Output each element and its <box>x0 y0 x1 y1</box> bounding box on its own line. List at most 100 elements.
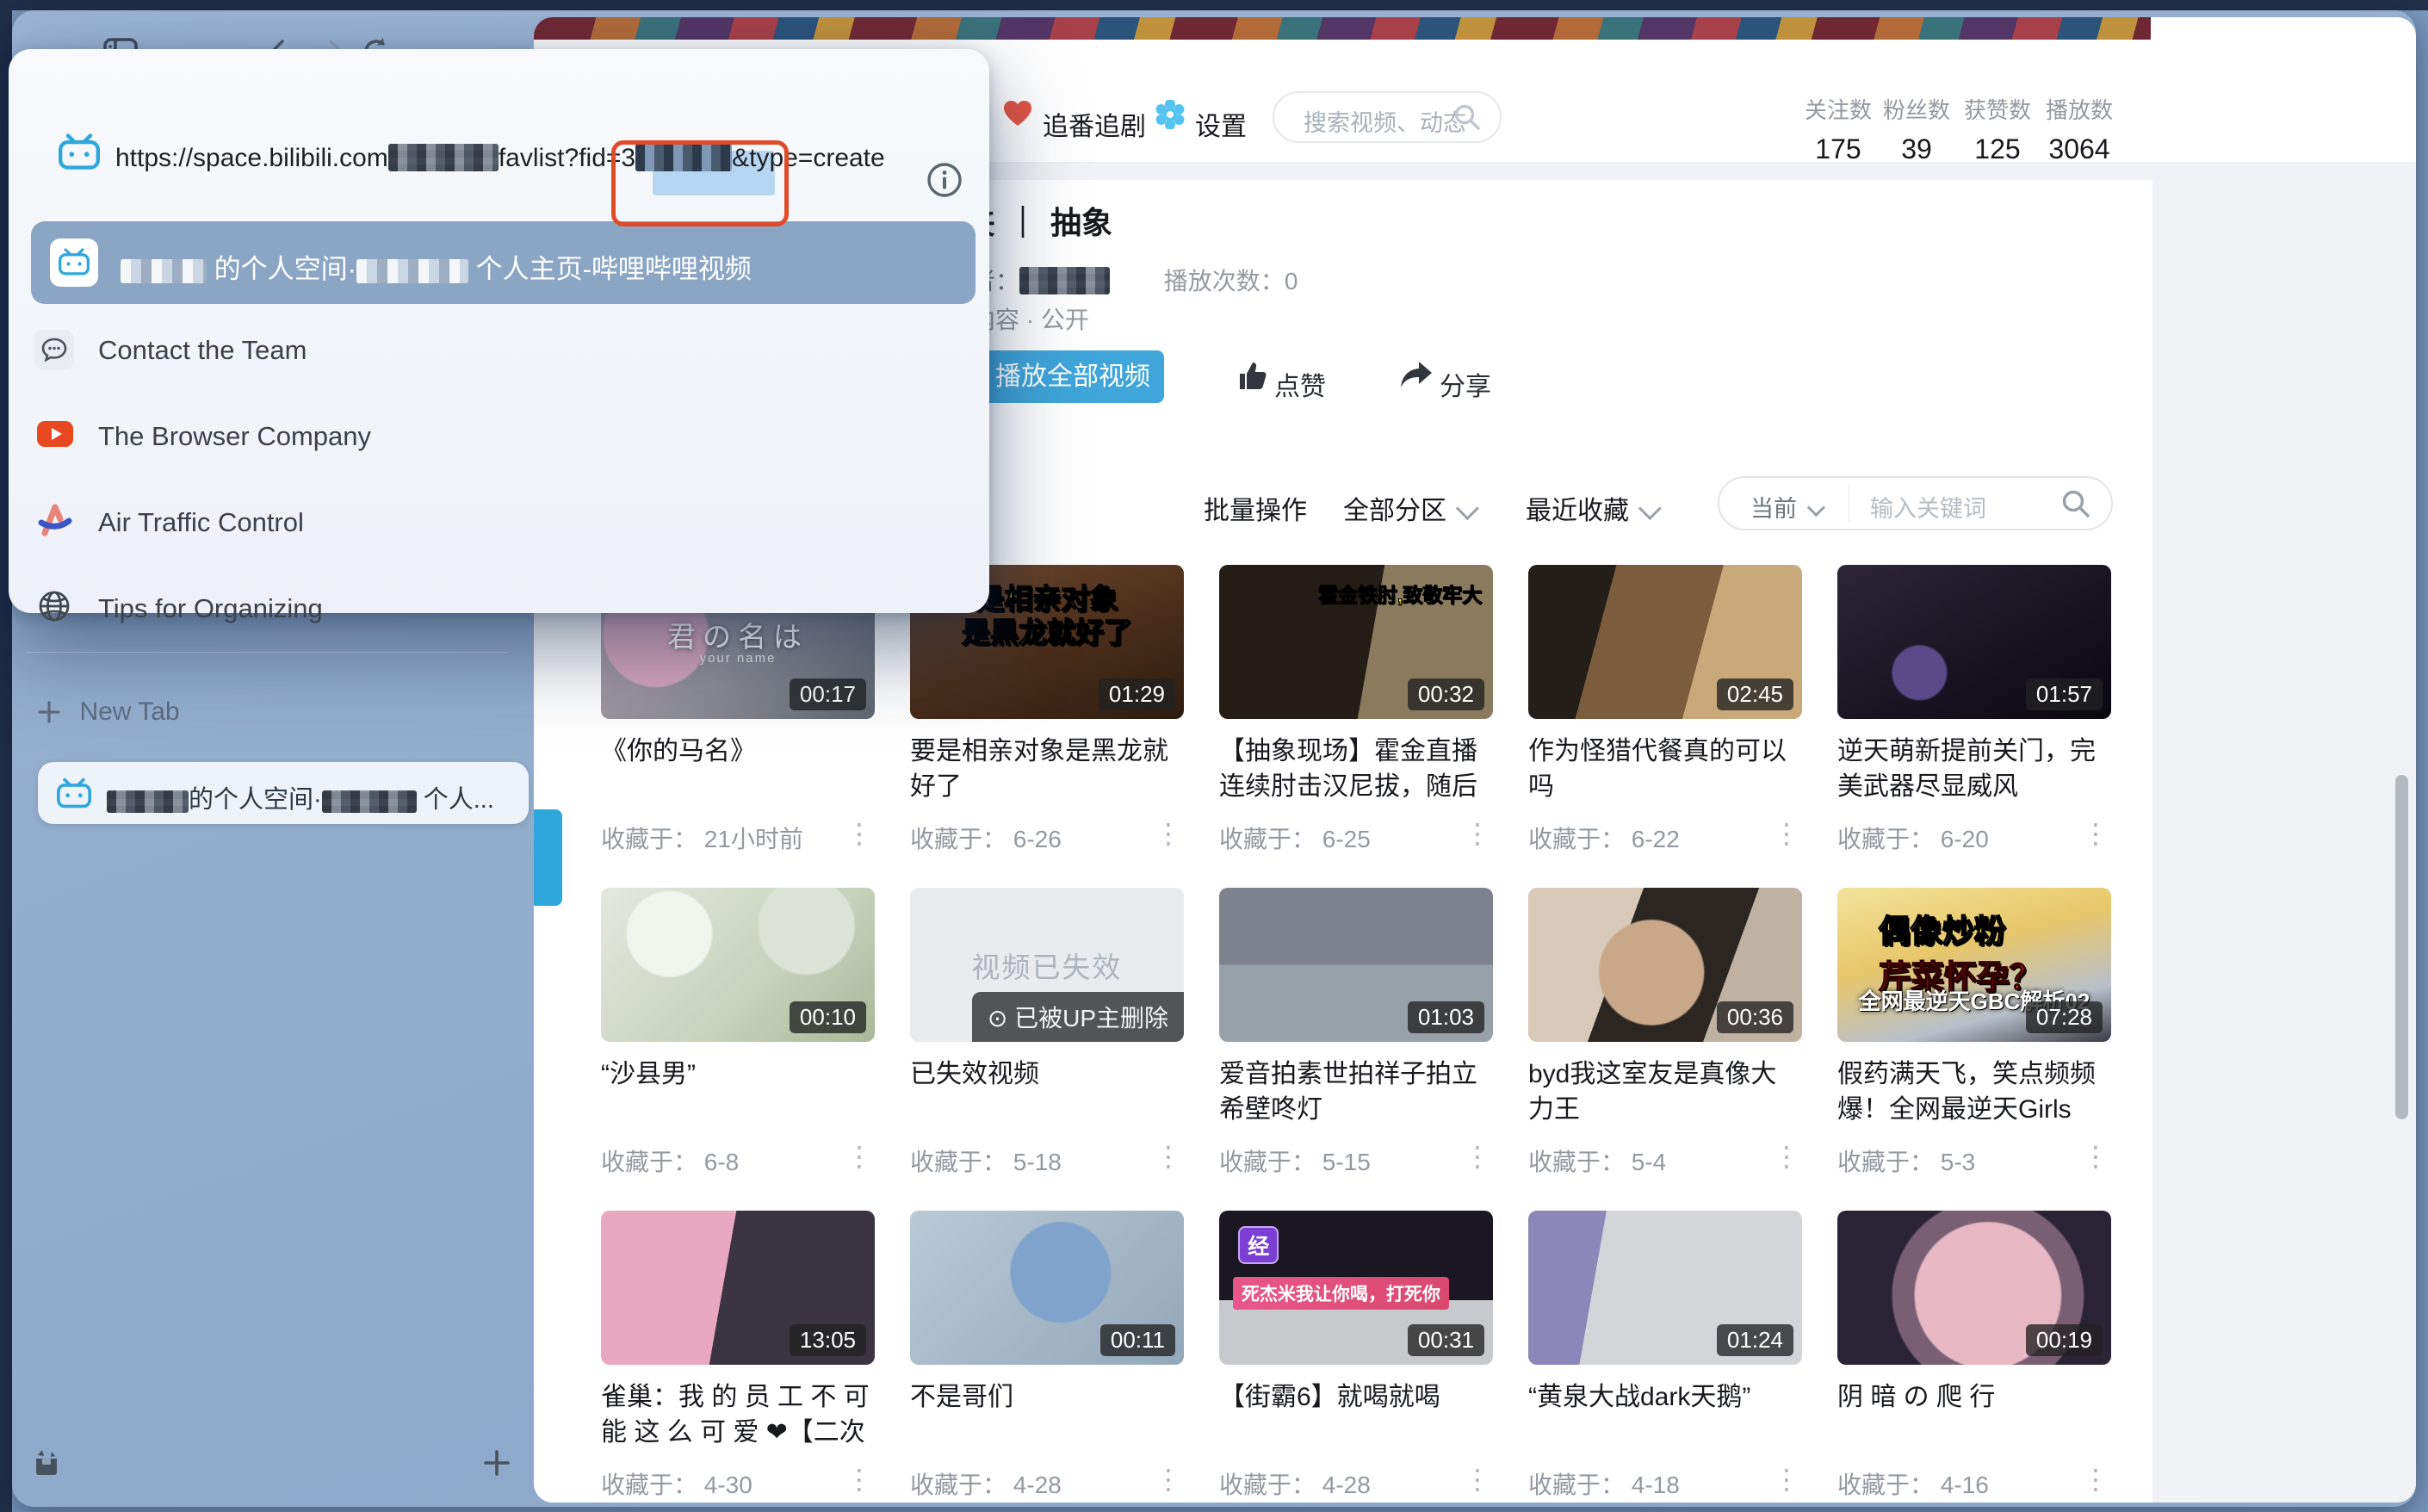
suggestion-tips-organizing[interactable]: Tips for Organizing <box>9 585 989 645</box>
video-card[interactable]: 经死杰米我让你喝，打死你00:31 【街霸6】就喝就喝 收藏于： 4-28 ⋮ <box>1219 1211 1493 1503</box>
video-menu-icon[interactable]: ⋮ <box>1155 1140 1182 1173</box>
nav-bangumi-link[interactable]: 追番追剧 <box>1043 105 1146 143</box>
video-card[interactable]: 13:05 雀巢：我 的 员 工 不 可 能 这 么 可 爱 ❤【二次元爆改 收… <box>601 1211 875 1503</box>
video-saved-date: 收藏于： 5-4 <box>1528 1143 1666 1178</box>
active-tab[interactable]: 的个人空间· 个人... <box>38 762 529 824</box>
video-title[interactable]: 已失效视频 <box>910 1057 1184 1092</box>
video-title[interactable]: 《你的马名》 <box>601 734 875 769</box>
video-card[interactable]: 01:03 爱音拍素世拍祥子拍立希壁咚灯 收藏于： 5-15 ⋮ <box>1219 888 1493 1187</box>
video-thumbnail[interactable]: 01:03 <box>1219 888 1493 1042</box>
page-scrollbar[interactable] <box>2395 775 2408 1119</box>
video-thumbnail[interactable]: 00:19 <box>1837 1211 2111 1365</box>
video-title[interactable]: 作为怪猎代餐真的可以吗 <box>1528 734 1802 804</box>
video-title[interactable]: “黄泉大战dark天鹅” <box>1528 1379 1802 1415</box>
scope-dropdown[interactable]: 当前 <box>1750 490 1820 524</box>
new-item-plus-icon[interactable] <box>484 1450 510 1476</box>
bangumi-heart-icon <box>1003 100 1032 127</box>
video-thumbnail[interactable]: 01:24 <box>1528 1211 1802 1365</box>
arc-command-bar: https://space.bilibili.comfavlist?fid=3&… <box>9 49 989 613</box>
video-menu-icon[interactable]: ⋮ <box>1773 1140 1800 1173</box>
video-menu-icon[interactable]: ⋮ <box>1155 817 1182 850</box>
stat-plays[interactable]: 播放数 3064 <box>2036 93 2122 165</box>
video-thumbnail[interactable]: 霍金铁肘,致敬牢大00:32 <box>1219 565 1493 719</box>
plus-icon <box>38 701 60 723</box>
video-thumbnail[interactable]: 偶像炒粉芹菜怀孕？全网最逆天GBC解析0207:28 <box>1837 888 2111 1042</box>
like-icon[interactable] <box>1235 360 1267 393</box>
video-duration-badge: 00:36 <box>1717 1001 1793 1033</box>
video-menu-icon[interactable]: ⋮ <box>1155 1463 1182 1496</box>
stat-following[interactable]: 关注数 175 <box>1795 93 1881 165</box>
video-card[interactable]: 00:10 “沙县男” 收藏于： 6-8 ⋮ <box>601 888 875 1187</box>
video-title[interactable]: “沙县男” <box>601 1057 875 1092</box>
like-button[interactable]: 点赞 <box>1274 365 1326 403</box>
info-icon[interactable] <box>926 162 963 198</box>
thumbnail-caption: 偶像炒粉 <box>1879 905 2006 951</box>
suggestion-current-page[interactable]: 的个人空间· 个人主页-哔哩哔哩视频 <box>31 221 976 304</box>
active-folder-sliver[interactable] <box>534 809 562 906</box>
video-menu-icon[interactable]: ⋮ <box>1464 817 1491 850</box>
archive-tray-icon[interactable] <box>31 1447 62 1478</box>
site-search-input[interactable]: 搜索视频、动态 <box>1273 91 1502 143</box>
video-saved-date: 收藏于： 21小时前 <box>601 821 803 855</box>
video-title[interactable]: 不是哥们 <box>910 1379 1184 1415</box>
video-card[interactable]: 00:36 byd我这室友是真像大力王 收藏于： 5-4 ⋮ <box>1528 888 1802 1187</box>
video-menu-icon[interactable]: ⋮ <box>1773 817 1800 850</box>
video-duration-badge: 01:29 <box>1099 679 1175 710</box>
video-menu-icon[interactable]: ⋮ <box>845 817 873 850</box>
video-title[interactable]: 逆天萌新提前关门，完美武器尽显威风 <box>1837 734 2111 804</box>
video-menu-icon[interactable]: ⋮ <box>2082 1463 2109 1496</box>
share-button[interactable]: 分享 <box>1440 365 1491 403</box>
video-saved-date: 收藏于： 4-30 <box>601 1466 753 1501</box>
video-thumbnail[interactable]: 01:57 <box>1837 565 2111 719</box>
video-card[interactable]: 00:11 不是哥们 收藏于： 4-28 ⋮ <box>910 1211 1184 1503</box>
suggestion-air-traffic-control[interactable]: Air Traffic Control <box>9 499 989 559</box>
video-thumbnail[interactable]: 视频已失效⊙ 已被UP主删除 <box>910 888 1184 1042</box>
batch-actions-button[interactable]: 批量操作 <box>1204 489 1307 527</box>
video-menu-icon[interactable]: ⋮ <box>2082 817 2109 850</box>
video-saved-date: 收藏于： 5-3 <box>1837 1143 1975 1178</box>
video-title[interactable]: 雀巢：我 的 员 工 不 可 能 这 么 可 爱 ❤【二次元爆改 <box>601 1379 875 1450</box>
video-card[interactable]: 02:45 作为怪猎代餐真的可以吗 收藏于： 6-22 ⋮ <box>1528 565 1802 864</box>
video-menu-icon[interactable]: ⋮ <box>2082 1140 2109 1173</box>
video-card[interactable]: 01:24 “黄泉大战dark天鹅” 收藏于： 4-18 ⋮ <box>1528 1211 1802 1503</box>
video-thumbnail[interactable]: 经死杰米我让你喝，打死你00:31 <box>1219 1211 1493 1365</box>
search-icon[interactable] <box>1453 103 1481 131</box>
video-thumbnail[interactable]: 00:36 <box>1528 888 1802 1042</box>
keyword-search[interactable]: 当前 输入关键词 <box>1718 476 2113 530</box>
suggestion-contact-team[interactable]: Contact the Team <box>9 326 989 387</box>
video-thumbnail[interactable]: 00:11 <box>910 1211 1184 1365</box>
video-title[interactable]: 【街霸6】就喝就喝 <box>1219 1379 1493 1415</box>
video-menu-icon[interactable]: ⋮ <box>845 1463 873 1496</box>
sort-dropdown[interactable]: 最近收藏 <box>1526 489 1656 527</box>
play-all-button[interactable]: 播放全部视频 <box>982 350 1164 403</box>
video-menu-icon[interactable]: ⋮ <box>1464 1463 1491 1496</box>
video-menu-icon[interactable]: ⋮ <box>1464 1140 1491 1173</box>
video-thumbnail[interactable]: 02:45 <box>1528 565 1802 719</box>
active-tab-title: 的个人空间· 个人... <box>107 779 494 815</box>
video-card[interactable]: 偶像炒粉芹菜怀孕？全网最逆天GBC解析0207:28 假药满天飞，笑点频频爆！全… <box>1837 888 2111 1187</box>
video-thumbnail[interactable]: 00:10 <box>601 888 875 1042</box>
category-dropdown[interactable]: 全部分区 <box>1343 489 1473 527</box>
video-title[interactable]: 要是相亲对象是黑龙就好了 <box>910 734 1184 804</box>
video-card[interactable]: 00:19 阴 暗 の 爬 行 收藏于： 4-16 ⋮ <box>1837 1211 2111 1503</box>
video-thumbnail[interactable]: 13:05 <box>601 1211 875 1365</box>
new-tab-button[interactable]: New Tab <box>38 697 180 727</box>
share-icon[interactable] <box>1399 358 1434 393</box>
video-title[interactable]: 阴 暗 の 爬 行 <box>1837 1379 2111 1415</box>
video-card[interactable]: 霍金铁肘,致敬牢大00:32 【抽象现场】霍金直播连续肘击汉尼拔，随后直播间被封… <box>1219 565 1493 864</box>
stat-followers[interactable]: 粉丝数 39 <box>1874 93 1960 165</box>
video-title[interactable]: 假药满天飞，笑点频频爆！全网最逆天Girls Band Cry解析 <box>1837 1057 2111 1127</box>
video-title[interactable]: 爱音拍素世拍祥子拍立希壁咚灯 <box>1219 1057 1493 1127</box>
video-title[interactable]: 【抽象现场】霍金直播连续肘击汉尼拔，随后直播间被封 <box>1219 734 1493 804</box>
video-menu-icon[interactable]: ⋮ <box>1773 1463 1800 1496</box>
video-title[interactable]: byd我这室友是真像大力王 <box>1528 1057 1802 1127</box>
nav-settings-link[interactable]: 设置 <box>1195 105 1247 143</box>
bilibili-icon <box>50 239 98 287</box>
video-card[interactable]: 视频已失效⊙ 已被UP主删除 已失效视频 收藏于： 5-18 ⋮ <box>910 888 1184 1187</box>
suggestion-browser-company[interactable]: The Browser Company <box>9 412 989 473</box>
video-saved-date: 收藏于： 6-20 <box>1837 821 1989 855</box>
video-card[interactable]: 01:57 逆天萌新提前关门，完美武器尽显威风 收藏于： 6-20 ⋮ <box>1837 565 2111 864</box>
search-icon[interactable] <box>2061 489 2090 518</box>
stat-likes[interactable]: 获赞数 125 <box>1954 93 2041 165</box>
video-menu-icon[interactable]: ⋮ <box>845 1140 873 1173</box>
